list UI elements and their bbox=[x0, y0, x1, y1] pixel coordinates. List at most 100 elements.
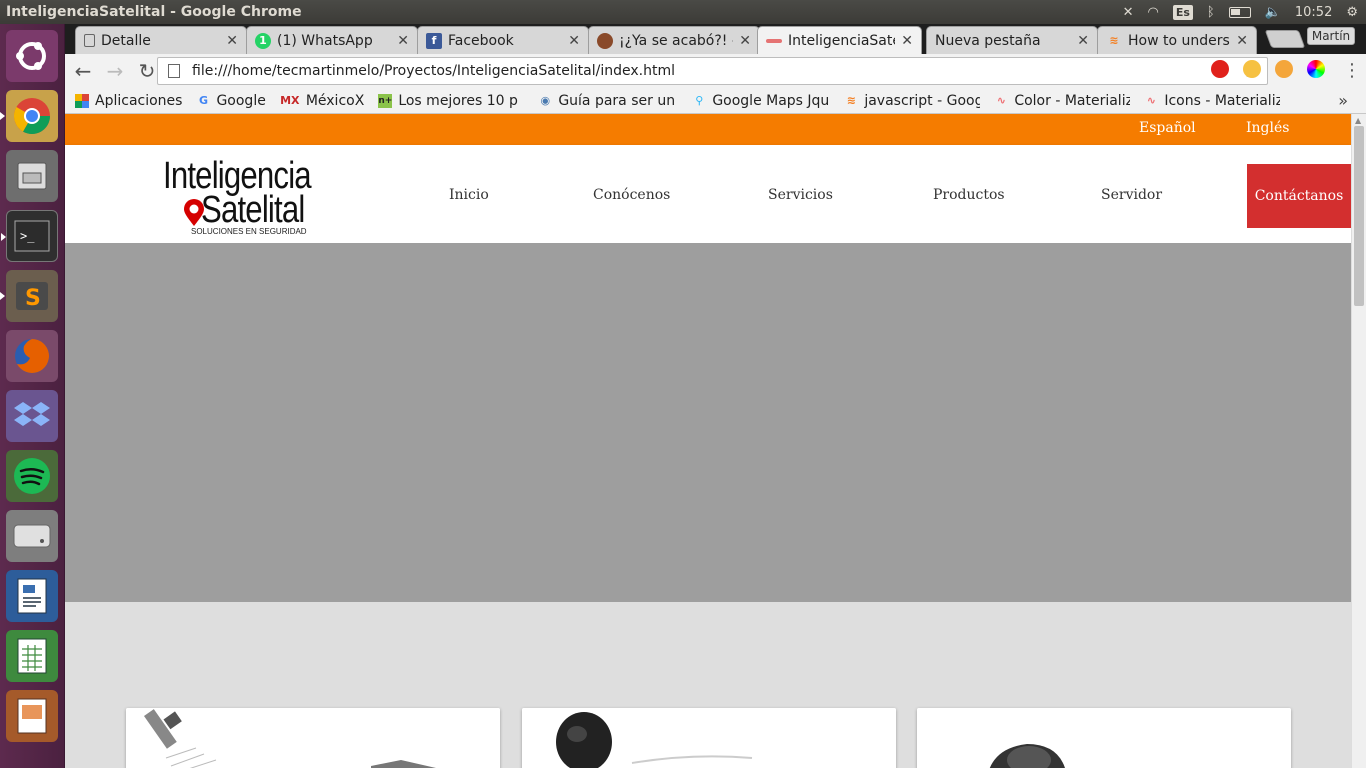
opera-extension-icon[interactable] bbox=[1211, 60, 1229, 78]
stackoverflow-icon: ≋ bbox=[846, 94, 856, 107]
page-scrollbar[interactable]: ▲ bbox=[1351, 114, 1366, 768]
browser-tab-strip: Detalle ✕ 1 (1) WhatsApp ✕ f Facebook ✕ … bbox=[65, 24, 1366, 54]
site-icon bbox=[766, 38, 782, 43]
facebook-icon: f bbox=[426, 32, 442, 49]
disk-icon[interactable] bbox=[6, 510, 58, 562]
hero-banner bbox=[65, 243, 1351, 602]
back-button[interactable]: ← bbox=[69, 57, 97, 85]
chrome-menu-icon[interactable]: ⋮ bbox=[1343, 60, 1361, 81]
service-card-satellite[interactable] bbox=[126, 708, 500, 768]
terminal-icon[interactable]: >_ bbox=[1, 210, 58, 262]
sync-icon[interactable]: ✕ bbox=[1123, 5, 1134, 20]
site-logo[interactable]: Inteligencia Satelital SOLUCIONES EN SEG… bbox=[163, 155, 328, 239]
chrome-icon[interactable] bbox=[0, 90, 58, 142]
scrollbar-thumb[interactable] bbox=[1354, 126, 1364, 306]
tab-whatsapp[interactable]: 1 (1) WhatsApp ✕ bbox=[246, 26, 418, 54]
scroll-up-arrow-icon[interactable]: ▲ bbox=[1355, 116, 1361, 125]
page-icon bbox=[84, 34, 95, 47]
battery-icon[interactable] bbox=[1228, 6, 1251, 18]
dropbox-icon[interactable] bbox=[6, 390, 58, 442]
materialize-icon: ∿ bbox=[996, 94, 1006, 107]
service-card-person[interactable] bbox=[917, 708, 1291, 768]
whatsapp-icon: 1 bbox=[255, 32, 271, 49]
close-icon[interactable]: ✕ bbox=[739, 33, 751, 49]
tab-inteligencia-satelital[interactable]: InteligenciaSate ✕ bbox=[757, 26, 922, 54]
language-english-link[interactable]: Inglés bbox=[1246, 120, 1289, 136]
close-icon[interactable]: ✕ bbox=[1236, 33, 1248, 49]
tab-facebook[interactable]: f Facebook ✕ bbox=[417, 26, 589, 54]
bookmark-mexicox[interactable]: MX MéxicoX bbox=[280, 93, 364, 109]
color-picker-extension-icon[interactable] bbox=[1307, 60, 1325, 78]
tab-ya-se-acabo[interactable]: ¡¿Ya se acabó?! – ✕ bbox=[588, 26, 760, 54]
logo-tagline: SOLUCIONES EN SEGURIDAD bbox=[191, 227, 307, 236]
url-text[interactable]: file:///home/tecmartinmelo/Proyectos/Int… bbox=[192, 63, 1243, 79]
maps-pin-icon: ⚲ bbox=[695, 94, 704, 107]
bookmarks-bar: Aplicaciones G Google MX MéxicoX n+ Los … bbox=[65, 88, 1366, 114]
svg-text:>_: >_ bbox=[20, 229, 35, 243]
service-card-tracker[interactable] bbox=[522, 708, 896, 768]
bookmark-guia[interactable]: ◉ Guía para ser un bbox=[538, 93, 678, 109]
libreoffice-calc-icon[interactable] bbox=[6, 630, 58, 682]
keyboard-layout-indicator[interactable]: Es bbox=[1172, 4, 1193, 20]
libreoffice-impress-icon[interactable] bbox=[6, 690, 58, 742]
new-tab-button[interactable] bbox=[1264, 30, 1306, 48]
close-icon[interactable]: ✕ bbox=[397, 33, 409, 49]
tab-how-to-understand[interactable]: ≋ How to underst ✕ bbox=[1097, 26, 1257, 54]
bookmark-google[interactable]: G Google bbox=[196, 93, 266, 109]
page-info-icon[interactable] bbox=[168, 64, 180, 78]
nav-contactanos-button[interactable]: Contáctanos bbox=[1247, 164, 1351, 228]
extension-icons bbox=[1211, 60, 1325, 78]
nav-inicio[interactable]: Inicio bbox=[449, 187, 489, 203]
apps-grid-icon bbox=[75, 93, 89, 108]
bookmark-aplicaciones[interactable]: Aplicaciones bbox=[75, 93, 182, 109]
bookmark-los-mejores[interactable]: n+ Los mejores 10 p bbox=[378, 93, 524, 109]
close-icon[interactable]: ✕ bbox=[226, 33, 238, 49]
logo-text-line2: Satelital bbox=[201, 189, 305, 231]
wifi-icon[interactable]: ◠ bbox=[1147, 5, 1158, 20]
emoji-extension-icon[interactable] bbox=[1275, 60, 1293, 78]
bluetooth-icon[interactable]: ᛒ bbox=[1207, 5, 1215, 20]
spotify-icon[interactable] bbox=[6, 450, 58, 502]
clock[interactable]: 10:52 bbox=[1295, 5, 1332, 20]
site-header: Inteligencia Satelital SOLUCIONES EN SEG… bbox=[65, 145, 1351, 243]
os-top-panel: InteligenciaSatelital - Google Chrome ✕ … bbox=[0, 0, 1366, 24]
bookmark-javascript[interactable]: ≋ javascript - Goog bbox=[844, 93, 981, 109]
language-bar: Español Inglés bbox=[65, 114, 1351, 145]
volume-icon[interactable]: 🔈 bbox=[1265, 5, 1281, 20]
google-icon: G bbox=[198, 94, 208, 107]
files-icon[interactable] bbox=[6, 150, 58, 202]
bookmark-icons-materialize[interactable]: ∿ Icons - Materializ bbox=[1144, 93, 1281, 109]
bookmark-color-materialize[interactable]: ∿ Color - Materializ bbox=[994, 93, 1131, 109]
firefox-icon[interactable] bbox=[6, 330, 58, 382]
person-image bbox=[917, 708, 1291, 768]
system-indicators: ✕ ◠ Es ᛒ 🔈 10:52 ⚙ bbox=[1123, 4, 1366, 20]
address-bar[interactable]: file:///home/tecmartinmelo/Proyectos/Int… bbox=[157, 57, 1268, 85]
nav-conocenos[interactable]: Conócenos bbox=[593, 187, 670, 203]
close-icon[interactable]: ✕ bbox=[1077, 33, 1089, 49]
ubuntu-dash-icon[interactable] bbox=[6, 30, 58, 82]
close-icon[interactable]: ✕ bbox=[568, 33, 580, 49]
stackoverflow-icon: ≋ bbox=[1109, 34, 1119, 47]
gear-icon[interactable]: ⚙ bbox=[1346, 5, 1358, 20]
nav-servidor[interactable]: Servidor bbox=[1101, 187, 1162, 203]
unity-launcher: >_ S bbox=[0, 24, 65, 768]
sublime-text-icon[interactable]: S bbox=[0, 270, 58, 322]
bookmark-google-maps[interactable]: ⚲ Google Maps Jqu bbox=[692, 93, 830, 109]
close-icon[interactable]: ✕ bbox=[901, 33, 913, 49]
svg-text:S: S bbox=[25, 286, 41, 311]
tracker-device-image bbox=[522, 708, 896, 768]
libreoffice-writer-icon[interactable] bbox=[6, 570, 58, 622]
window-title: InteligenciaSatelital - Google Chrome bbox=[6, 4, 302, 20]
browser-toolbar: ← → ↻ file:///home/tecmartinmelo/Proyect… bbox=[65, 54, 1366, 88]
profile-button[interactable]: Martín bbox=[1307, 27, 1355, 45]
alien-icon: ◉ bbox=[540, 94, 551, 107]
tab-nueva-pestana[interactable]: Nueva pestaña ✕ bbox=[926, 26, 1098, 54]
forward-button[interactable]: → bbox=[101, 57, 129, 85]
more-bookmarks-button[interactable]: » bbox=[1338, 91, 1348, 110]
nav-servicios[interactable]: Servicios bbox=[768, 187, 833, 203]
satellite-image bbox=[126, 708, 500, 768]
nav-productos[interactable]: Productos bbox=[933, 187, 1005, 203]
tab-detalle[interactable]: Detalle ✕ bbox=[75, 26, 247, 54]
emoji-extension-icon[interactable] bbox=[1243, 60, 1261, 78]
language-spanish-link[interactable]: Español bbox=[1139, 120, 1196, 136]
